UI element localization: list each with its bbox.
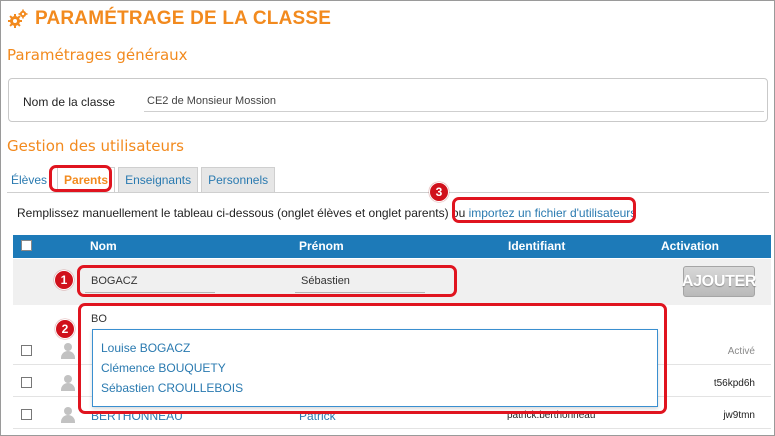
import-users-link[interactable]: importez un fichier d'utilisateurs <box>469 206 637 220</box>
row-activation: jw9tmn <box>723 410 755 421</box>
row-checkbox[interactable] <box>21 377 32 388</box>
table-header: Nom Prénom Identifiant Activation <box>13 235 771 258</box>
select-all-checkbox[interactable] <box>21 240 32 251</box>
avatar <box>60 343 76 359</box>
column-header-identifiant: Identifiant <box>508 239 566 253</box>
row-activation: t56kpd6h <box>713 378 755 389</box>
nom-input-underline <box>85 292 215 293</box>
row-prenom[interactable]: Patrick <box>299 409 336 423</box>
row-nom[interactable]: BERTHONNEAU <box>91 409 183 423</box>
row-activation: Activé <box>727 346 755 357</box>
tab-parents[interactable]: Parents <box>57 167 116 192</box>
class-name-field-underline <box>144 111 764 112</box>
class-name-label: Nom de la classe <box>23 95 116 109</box>
page-title: PARAMÉTRAGE DE LA CLASSE <box>7 7 331 31</box>
instruction-text: Remplissez manuellement le tableau ci-de… <box>17 206 466 220</box>
new-user-entry-row: BOGACZ Sébastien AJOUTER <box>13 259 771 305</box>
tab-personnels[interactable]: Personnels <box>201 167 276 192</box>
tab-divider <box>7 192 769 193</box>
column-header-nom: Nom <box>90 239 117 253</box>
tab-enseignants[interactable]: Enseignants <box>118 167 199 192</box>
instruction-line: Remplissez manuellement le tableau ci-de… <box>17 206 636 220</box>
autocomplete-option[interactable]: Clémence BOUQUETY <box>101 361 226 375</box>
user-management-heading: Gestion des utilisateurs <box>7 137 184 155</box>
row-checkbox[interactable] <box>21 345 32 356</box>
avatar <box>60 407 76 423</box>
autocomplete-option[interactable]: Sébastien CROULLEBOIS <box>101 381 243 395</box>
class-name-field[interactable]: CE2 de Monsieur Mossion <box>147 95 276 107</box>
page-title-text: PARAMÉTRAGE DE LA CLASSE <box>35 8 332 29</box>
row-checkbox[interactable] <box>21 409 32 420</box>
column-header-prenom: Prénom <box>299 239 344 253</box>
callout-badge-2: 2 <box>55 319 75 339</box>
callout-badge-3: 3 <box>429 182 449 202</box>
callout-badge-1: 1 <box>54 270 74 290</box>
general-settings-heading: Paramétrages généraux <box>7 46 188 64</box>
autocomplete-dropdown: Louise BOGACZ Clémence BOUQUETY Sébastie… <box>92 329 658 407</box>
parent-search-input[interactable]: BO <box>91 313 261 327</box>
general-settings-panel: Nom de la classe CE2 de Monsieur Mossion <box>8 78 768 122</box>
page-frame: PARAMÉTRAGE DE LA CLASSE Paramétrages gé… <box>0 0 775 436</box>
user-tabs: Élèves Parents Enseignants Personnels <box>7 167 278 192</box>
new-user-prenom-input[interactable]: Sébastien <box>301 275 350 287</box>
row-identifiant: patrick.berthonneau <box>507 410 596 421</box>
column-header-activation: Activation <box>661 239 720 253</box>
tab-eleves[interactable]: Élèves <box>7 167 55 192</box>
add-user-button[interactable]: AJOUTER <box>682 266 756 297</box>
avatar <box>60 375 76 391</box>
prenom-input-underline <box>295 292 425 293</box>
new-user-nom-input[interactable]: BOGACZ <box>91 275 137 287</box>
gears-icon <box>7 8 29 30</box>
autocomplete-option[interactable]: Louise BOGACZ <box>101 341 190 355</box>
